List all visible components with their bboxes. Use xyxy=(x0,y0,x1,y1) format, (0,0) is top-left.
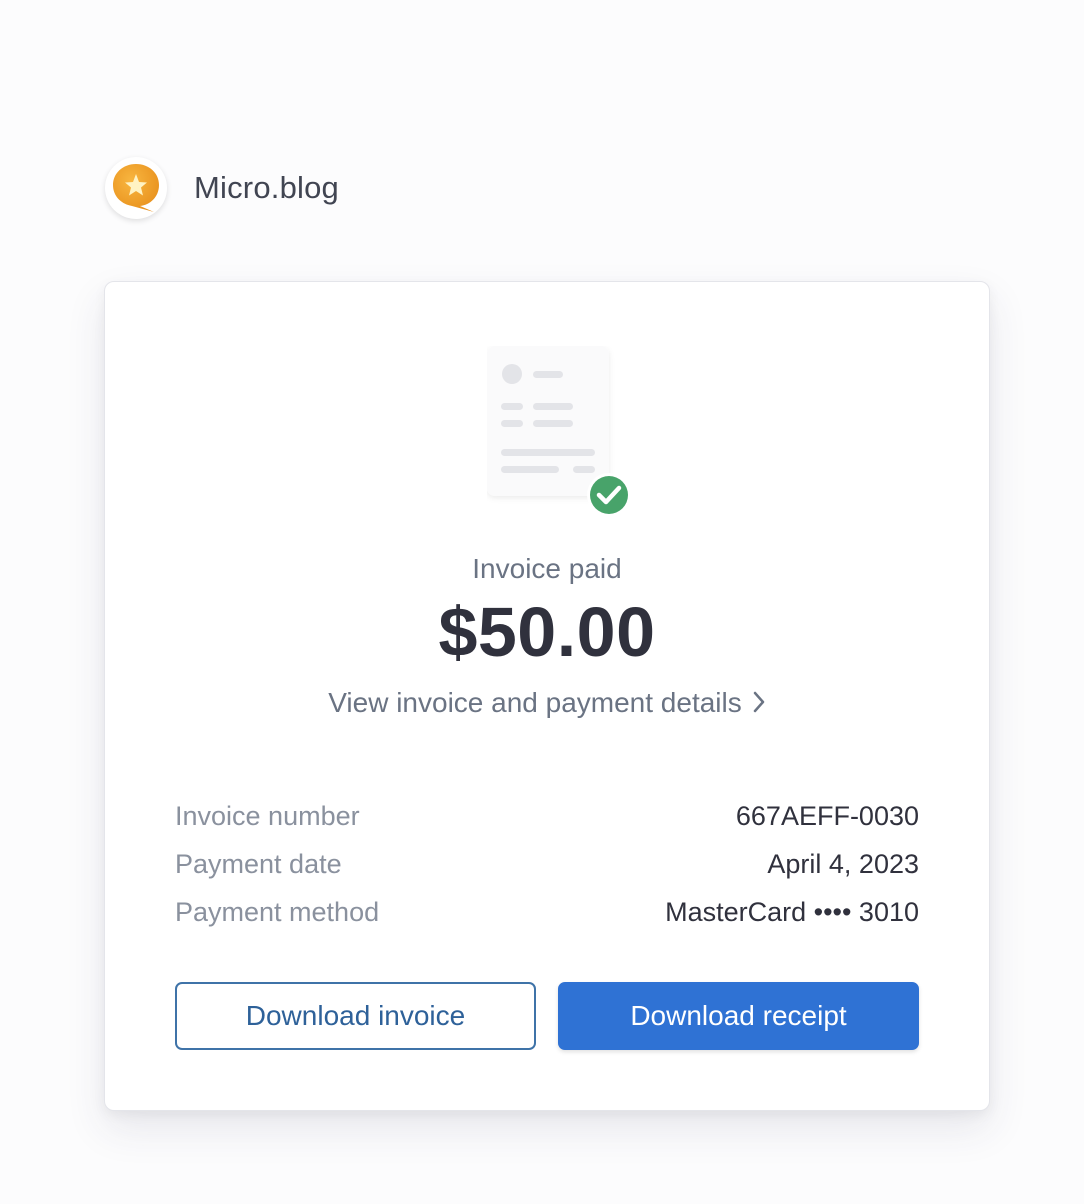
download-invoice-button[interactable]: Download invoice xyxy=(175,982,536,1050)
info-value: MasterCard •••• 3010 xyxy=(665,896,919,927)
invoice-status: Invoice paid xyxy=(472,553,622,584)
merchant-header: Micro.blog xyxy=(105,157,339,219)
info-key: Payment method xyxy=(175,896,380,927)
invoice-amount: $50.00 xyxy=(438,593,656,671)
chevron-right-icon xyxy=(752,689,766,721)
payment-info-list: Invoice number 667AEFF-0030 Payment date… xyxy=(175,792,919,936)
merchant-name: Micro.blog xyxy=(194,170,339,205)
info-row-invoice-number: Invoice number 667AEFF-0030 xyxy=(175,792,919,840)
info-key: Invoice number xyxy=(175,800,360,831)
info-value: 667AEFF-0030 xyxy=(735,800,919,831)
info-key: Payment date xyxy=(175,848,342,879)
view-details-link[interactable]: View invoice and payment details xyxy=(105,687,989,721)
view-details-label: View invoice and payment details xyxy=(328,687,742,718)
info-value: April 4, 2023 xyxy=(767,848,919,879)
check-circle-icon xyxy=(587,473,631,517)
merchant-logo xyxy=(105,157,167,219)
info-row-payment-method: Payment method MasterCard •••• 3010 xyxy=(175,888,919,936)
download-receipt-button[interactable]: Download receipt xyxy=(558,982,919,1050)
info-row-payment-date: Payment date April 4, 2023 xyxy=(175,840,919,888)
invoice-card: Invoice paid $50.00 View invoice and pay… xyxy=(104,281,990,1111)
invoice-document-icon xyxy=(487,346,631,517)
action-buttons: Download invoice Download receipt xyxy=(175,982,919,1050)
star-speech-bubble-icon xyxy=(113,164,159,212)
